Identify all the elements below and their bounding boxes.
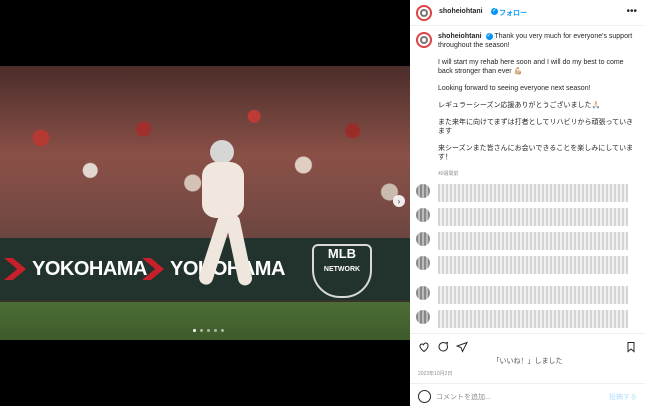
player-uniform bbox=[202, 162, 244, 218]
chevron-right-icon: › bbox=[397, 196, 401, 206]
instagram-post-modal: YOKOHAMA YOKOHAMA MLB NETWORK › shoheioh… bbox=[0, 0, 645, 406]
caption-line-3: Looking forward to seeing everyone next … bbox=[438, 85, 591, 92]
comment-item bbox=[416, 256, 638, 278]
comment-text bbox=[438, 310, 628, 328]
comment-text bbox=[438, 184, 628, 202]
yokohama-logo-icon bbox=[142, 258, 164, 280]
comment-text bbox=[438, 286, 628, 304]
caption-line-2: I will start my rehab here soon and I wi… bbox=[438, 59, 624, 75]
yokohama-logo-icon bbox=[4, 258, 26, 280]
network-text: NETWORK bbox=[323, 266, 361, 273]
comment-text bbox=[438, 208, 628, 226]
comment-item bbox=[416, 232, 638, 254]
carousel-dot bbox=[193, 329, 196, 332]
post-header: shoheiohtani ✓ フォロー ••• bbox=[410, 0, 645, 26]
profile-avatar[interactable] bbox=[416, 5, 432, 21]
comment-text bbox=[438, 232, 628, 250]
carousel-dot bbox=[200, 329, 203, 332]
caption-avatar[interactable] bbox=[416, 32, 432, 48]
player-leg bbox=[224, 213, 254, 287]
comment-avatar[interactable] bbox=[416, 256, 430, 270]
next-slide-button[interactable]: › bbox=[393, 195, 405, 207]
comment-item bbox=[416, 208, 638, 230]
bookmark-icon[interactable] bbox=[625, 341, 637, 353]
comment-avatar[interactable] bbox=[416, 310, 430, 324]
comment-item bbox=[416, 310, 638, 332]
comment-avatar[interactable] bbox=[416, 184, 430, 198]
player-helmet bbox=[210, 140, 234, 164]
carousel-dot bbox=[207, 329, 210, 332]
posted-ago: 40週間前 bbox=[438, 171, 459, 177]
carousel-dot bbox=[214, 329, 217, 332]
caption-username[interactable]: shoheiohtani bbox=[438, 33, 482, 40]
caption-text: shoheiohtani ✓ Thank you very much for e… bbox=[438, 32, 638, 179]
caption-line-1: shoheiohtani ✓ Thank you very much for e… bbox=[438, 32, 638, 50]
caption-line-5: また来年に向けてまずは打者としてリハビリから頑張っていきます bbox=[438, 119, 634, 135]
post-date: 2023年10月2日 bbox=[418, 371, 453, 377]
carousel-indicators bbox=[193, 329, 224, 332]
yokohama-ad-left: YOKOHAMA bbox=[4, 252, 147, 286]
ad-text: YOKOHAMA bbox=[32, 257, 147, 280]
likes-text[interactable]: 「いいね！」しました bbox=[410, 356, 645, 366]
mlb-network-logo: MLB NETWORK bbox=[312, 244, 372, 298]
heart-icon[interactable] bbox=[418, 341, 430, 353]
comment-text bbox=[438, 256, 628, 274]
caption-line-6: 来シーズンまた皆さんにお会いできることを楽しみにしています！ bbox=[438, 145, 634, 161]
comment-avatar[interactable] bbox=[416, 286, 430, 300]
comment-avatar[interactable] bbox=[416, 208, 430, 222]
verified-badge-icon: ✓ bbox=[491, 8, 498, 15]
verified-badge-icon: ✓ bbox=[485, 32, 493, 40]
caption-line-4: レギュラーシーズン応援ありがとうございました🙏🏻 bbox=[438, 102, 601, 109]
post-caption: shoheiohtani ✓ Thank you very much for e… bbox=[416, 32, 638, 179]
player-figure bbox=[190, 130, 280, 308]
post-media: YOKOHAMA YOKOHAMA MLB NETWORK › bbox=[0, 0, 410, 406]
share-icon[interactable] bbox=[456, 341, 468, 353]
comment-item bbox=[416, 286, 638, 308]
comment-avatar[interactable] bbox=[416, 232, 430, 246]
comment-input[interactable]: コメントを追加... bbox=[436, 392, 491, 402]
emoji-icon[interactable] bbox=[418, 390, 431, 403]
mlb-text: MLB bbox=[327, 246, 357, 261]
username-link[interactable]: shoheiohtani bbox=[439, 8, 483, 15]
more-icon[interactable]: ••• bbox=[626, 6, 637, 17]
comment-icon[interactable] bbox=[437, 341, 449, 353]
post-actions bbox=[410, 333, 645, 354]
comment-item bbox=[416, 184, 638, 206]
comment-bar: コメントを追加... 投稿する bbox=[410, 383, 645, 407]
post-comment-button[interactable]: 投稿する bbox=[609, 392, 637, 402]
carousel-dot bbox=[221, 329, 224, 332]
post-sidebar: shoheiohtani ✓ フォロー ••• shoheiohtani ✓ T… bbox=[410, 0, 645, 406]
baseball-photo: YOKOHAMA YOKOHAMA MLB NETWORK bbox=[0, 66, 410, 340]
follow-button[interactable]: フォロー bbox=[499, 8, 527, 18]
